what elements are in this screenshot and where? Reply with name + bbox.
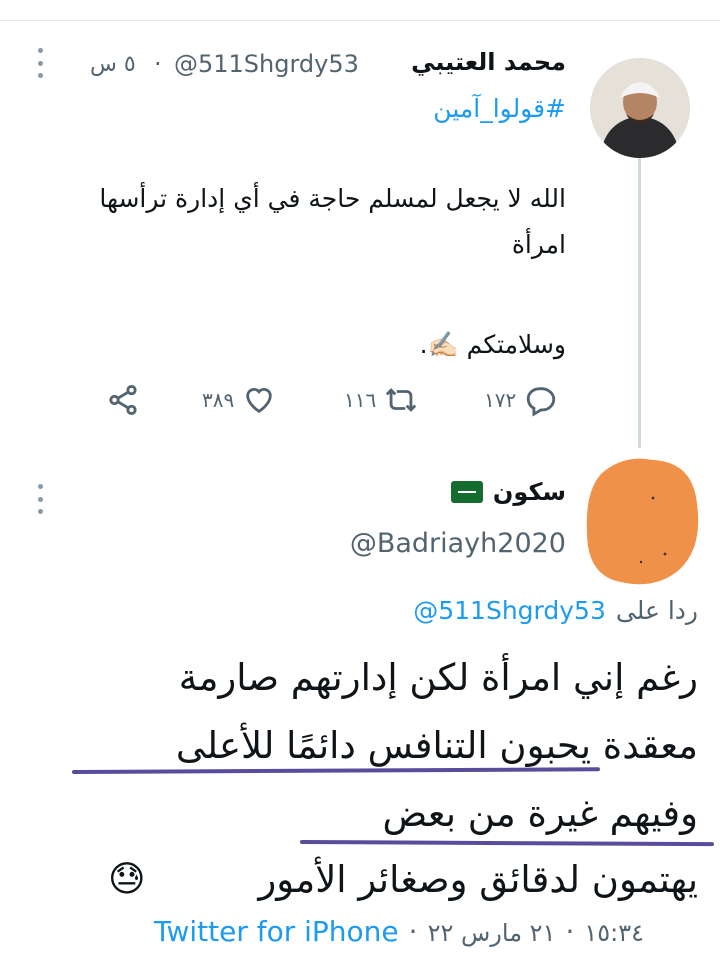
more-vertical-icon[interactable]: [30, 484, 50, 514]
source-link[interactable]: Twitter for iPhone: [154, 915, 399, 948]
reply-handle[interactable]: @Badriayh2020: [350, 528, 566, 559]
annotation-underline-2: [299, 840, 715, 847]
meta-time[interactable]: ١٥:٣٤: [584, 919, 644, 947]
reply-text-line-3: وفيهم غيرة من بعض: [382, 792, 698, 835]
reply-text-line-1: رغم إني امرأة لكن إدارتهم صارمة: [178, 656, 698, 699]
share-action[interactable]: [106, 380, 140, 420]
downcast-sweat-emoji: 😓: [108, 859, 146, 900]
reply-icon: [527, 387, 556, 417]
heart-icon: [246, 388, 272, 414]
meta-dot-separator-2: ·: [565, 915, 575, 948]
tweet-meta-row: Twitter for iPhone · ٢١ مارس ٢٢ · ١٥:٣٤: [154, 915, 644, 948]
retweet-icon: [386, 388, 417, 412]
saudi-flag-icon: [450, 481, 483, 503]
thread-connector-line: [638, 148, 641, 448]
reply-action[interactable]: ١٧٢: [484, 380, 558, 420]
reply-name-row: سكون: [450, 478, 566, 506]
reply-text-line-4: يهتمون لدقائق وصغائر الأمور: [258, 858, 698, 901]
reply-count: ١٧٢: [484, 388, 517, 412]
parent-text-line-2: امرأة: [511, 230, 566, 259]
replying-to-label: ردا على: [615, 596, 698, 625]
parent-handle[interactable]: @511Shgrdy53: [174, 50, 359, 78]
meta-dot-separator: ·: [408, 915, 418, 948]
parent-text-line-1: الله لا يجعل لمسلم حاجة في أي إدارة ترأس…: [99, 184, 566, 213]
reply-display-name[interactable]: سكون: [493, 478, 566, 506]
avatar[interactable]: [590, 58, 690, 158]
reply-text-line-2: معقدة يحبون التنافس دائمًا للأعلى: [175, 724, 698, 767]
retweet-count: ١١٦: [344, 388, 377, 412]
top-divider: [0, 20, 720, 21]
like-action[interactable]: ٣٨٩: [202, 380, 276, 420]
more-vertical-icon[interactable]: [30, 48, 50, 78]
meta-date[interactable]: ٢١ مارس ٢٢: [428, 919, 556, 947]
retweet-action[interactable]: ١١٦: [344, 380, 418, 420]
avatar-photo: [590, 58, 690, 158]
hashtag-link[interactable]: #قولوا_آمين: [433, 94, 566, 123]
privacy-cover-blob: [586, 458, 699, 585]
share-icon: [109, 384, 137, 416]
parent-timestamp[interactable]: ٥ س: [90, 52, 136, 77]
replying-to-handle[interactable]: @511Shgrdy53: [413, 596, 606, 625]
parent-dot-separator: ·: [154, 50, 162, 78]
replying-to-row: @511Shgrdy53 ردا على: [413, 596, 698, 625]
parent-text-line-3: وسلامتكم ✍🏻.: [419, 330, 566, 359]
like-count: ٣٨٩: [202, 388, 235, 412]
parent-display-name[interactable]: محمد العتيبي: [411, 48, 566, 76]
